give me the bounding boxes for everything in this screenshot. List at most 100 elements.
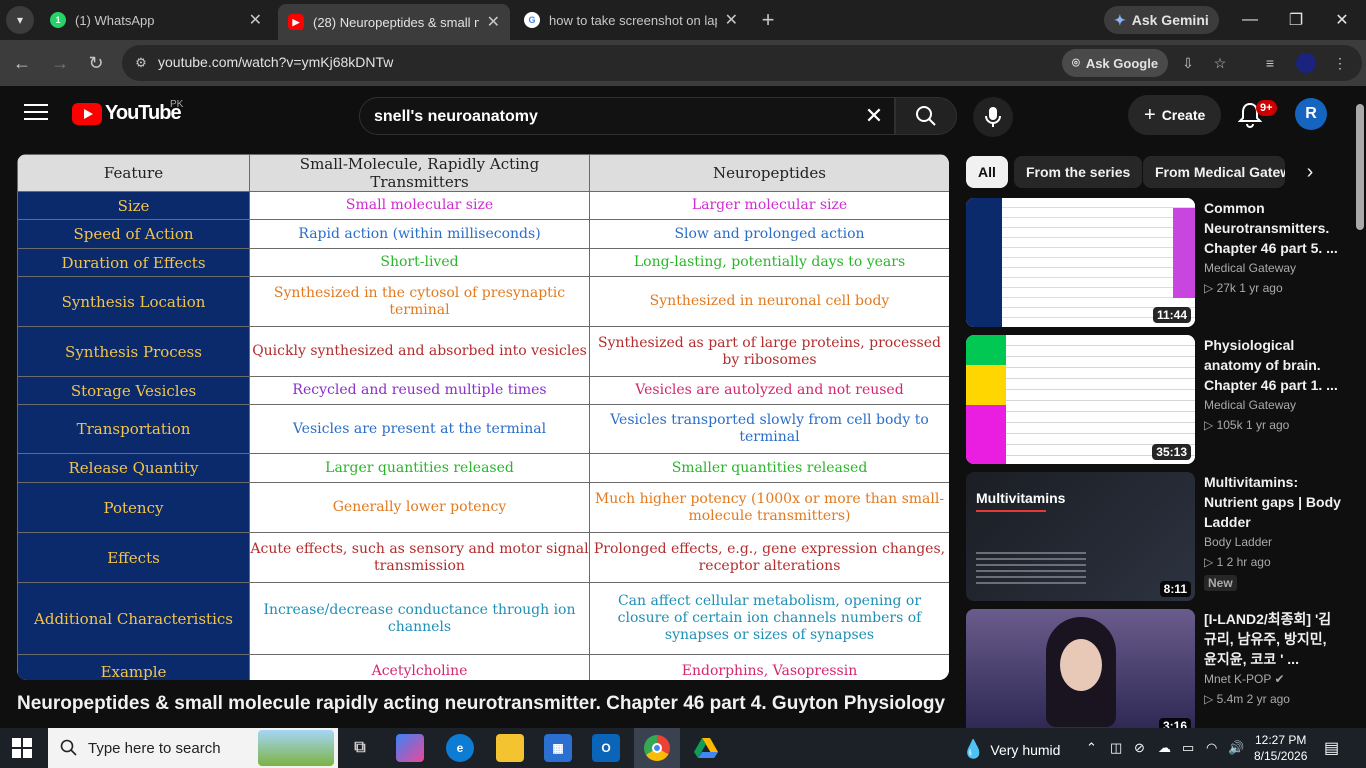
table-row: Release Quantity Larger quantities releas… xyxy=(17,453,949,483)
google-drive-icon[interactable] xyxy=(692,734,720,762)
url-text[interactable]: youtube.com/watch?v=ymKj68kDNTw xyxy=(158,54,393,70)
rec-meta: ▷ 27k 1 yr ago xyxy=(1204,281,1283,295)
meet-now-icon[interactable]: ◫ xyxy=(1110,740,1122,756)
back-arrow-icon[interactable]: ← xyxy=(8,49,36,77)
video-thumbnail[interactable]: 11:44 xyxy=(966,198,1195,327)
address-bar[interactable]: ⚙ youtube.com/watch?v=ymKj68kDNTw ⌾ Ask … xyxy=(122,45,1362,81)
task-view-icon[interactable]: ⧉ xyxy=(346,734,374,762)
rec-title[interactable]: Physiological anatomy of brain. Chapter … xyxy=(1204,335,1342,395)
create-button[interactable]: + Create xyxy=(1128,95,1222,135)
new-tab-plus-icon[interactable]: + xyxy=(756,6,780,34)
system-clock[interactable]: 12:27 PM 8/15/2026 xyxy=(1254,732,1307,764)
chevron-right-icon[interactable]: › xyxy=(1298,160,1322,184)
small-molecule-cell: Larger quantities released xyxy=(249,453,590,483)
account-avatar[interactable]: R xyxy=(1295,98,1327,130)
video-duration: 3:16 xyxy=(1158,718,1191,728)
close-tab-icon[interactable]: ✕ xyxy=(487,12,500,32)
reload-icon[interactable]: ↻ xyxy=(82,49,110,77)
microsoft-store-icon[interactable]: ▦ xyxy=(544,734,572,762)
scrollbar-thumb[interactable] xyxy=(1356,104,1364,230)
chip-all[interactable]: All xyxy=(966,156,1008,188)
browser-toolbar: ← → ↻ ⚙ youtube.com/watch?v=ymKj68kDNTw … xyxy=(0,40,1366,86)
table-body: Size Small molecular size Larger molecular… xyxy=(17,191,949,680)
close-tab-icon[interactable]: ✕ xyxy=(725,10,738,30)
chip-from-channel[interactable]: From Medical Gatew xyxy=(1143,156,1285,188)
media-controls-icon[interactable]: ≡ xyxy=(1260,53,1280,73)
rec-channel[interactable]: Medical Gateway xyxy=(1204,261,1296,275)
show-hidden-icons-chevron-icon[interactable]: ⌃ xyxy=(1086,740,1097,756)
wifi-icon[interactable]: ◠ xyxy=(1206,740,1217,756)
region-code: PK xyxy=(170,99,184,110)
chrome-menu-icon[interactable]: ⋮ xyxy=(1330,53,1350,73)
close-window-icon[interactable]: ✕ xyxy=(1322,6,1362,34)
taskbar-search-input[interactable]: Type here to search xyxy=(48,728,338,768)
restore-icon[interactable]: ❐ xyxy=(1276,6,1316,34)
rec-channel[interactable]: Mnet K-POP ✔ xyxy=(1204,672,1285,686)
rec-age: 1 yr ago xyxy=(1239,281,1283,295)
recommendation-item[interactable]: 3:16 [I-LAND2/최종회] '김규리, 남유주, 방지민, 윤지윤, … xyxy=(966,609,1346,728)
battery-icon[interactable]: ▭ xyxy=(1182,740,1194,756)
clock-time: 12:27 PM xyxy=(1255,733,1307,747)
chip-from-series[interactable]: From the series xyxy=(1014,156,1143,188)
recommendation-item[interactable]: 35:13 Physiological anatomy of brain. Ch… xyxy=(966,335,1346,465)
volume-icon[interactable]: 🔊 xyxy=(1228,740,1244,756)
rec-channel[interactable]: Body Ladder xyxy=(1204,535,1272,549)
ask-google-button[interactable]: ⌾ Ask Google xyxy=(1062,49,1169,77)
weather-widget[interactable]: 💧 Very humid xyxy=(962,739,1060,760)
rec-title[interactable]: [I-LAND2/최종회] '김규리, 남유주, 방지민, 윤지윤, 코코 ' … xyxy=(1204,609,1342,669)
table-header-neuropeptides: Neuropeptides xyxy=(589,154,949,192)
recommendation-item[interactable]: 11:44 Common Neurotransmitters. Chapter … xyxy=(966,198,1346,328)
copilot-icon[interactable] xyxy=(396,734,424,762)
file-explorer-icon[interactable] xyxy=(496,734,524,762)
tab-google-search[interactable]: G how to take screenshot on lapt ✕ xyxy=(514,4,748,36)
menu-hamburger-icon[interactable] xyxy=(24,104,48,124)
rec-age: 2 hr ago xyxy=(1226,555,1271,569)
neuropeptide-cell: Synthesized in neuronal cell body xyxy=(589,276,949,327)
tab-search-chevron-icon[interactable]: ▾ xyxy=(6,6,34,34)
feature-cell: Release Quantity xyxy=(17,453,250,483)
bookmark-star-icon[interactable]: ☆ xyxy=(1210,53,1230,73)
rec-channel[interactable]: Medical Gateway xyxy=(1204,398,1296,412)
forward-arrow-icon[interactable]: → xyxy=(46,49,74,77)
camera-off-icon[interactable]: ⊘ xyxy=(1134,740,1145,756)
ask-gemini-button[interactable]: ✦ Ask Gemini xyxy=(1104,6,1219,34)
small-molecule-cell: Vesicles are present at the terminal xyxy=(249,404,590,454)
video-thumbnail[interactable]: 3:16 xyxy=(966,609,1195,728)
install-app-icon[interactable]: ⇩ xyxy=(1178,53,1198,73)
video-thumbnail[interactable]: 35:13 xyxy=(966,335,1195,464)
neuropeptide-cell: Synthesized as part of large proteins, p… xyxy=(589,326,949,377)
new-badge: New xyxy=(1204,575,1237,591)
outlook-icon[interactable]: O xyxy=(592,734,620,762)
neuropeptide-cell: Prolonged effects, e.g., gene expression… xyxy=(589,532,949,583)
minimize-icon[interactable]: — xyxy=(1230,6,1270,34)
tab-whatsapp[interactable]: 1 (1) WhatsApp ✕ xyxy=(40,4,272,36)
neuropeptide-cell: Larger molecular size xyxy=(589,191,949,220)
search-button[interactable] xyxy=(895,97,957,135)
small-molecule-cell: Small molecular size xyxy=(249,191,590,220)
youtube-logo[interactable]: YouTube PK xyxy=(72,99,184,125)
table-row: Additional Characteristics Increase/decre… xyxy=(17,582,949,655)
rec-title[interactable]: Multivitamins: Nutrient gaps | Body Ladd… xyxy=(1204,472,1342,532)
video-thumbnail[interactable]: Multivitamins 8:11 xyxy=(966,472,1195,601)
tab-youtube-active[interactable]: ▶ (28) Neuropeptides & small mo ✕ xyxy=(278,4,510,40)
onedrive-icon[interactable]: ☁ xyxy=(1158,740,1171,756)
profile-avatar-icon[interactable] xyxy=(1296,53,1316,73)
voice-search-button[interactable] xyxy=(973,97,1013,137)
windows-start-icon[interactable] xyxy=(12,738,32,758)
table-row: Duration of Effects Short-lived Long-lasti… xyxy=(17,248,949,277)
site-settings-icon[interactable]: ⚙ xyxy=(132,54,150,72)
views-icon: ▷ xyxy=(1204,418,1214,432)
search-query-text[interactable]: snell's neuroanatomy xyxy=(374,108,538,126)
video-player[interactable]: Feature Small-Molecule, Rapidly Acting T… xyxy=(17,154,949,680)
recommendation-item[interactable]: Multivitamins 8:11 Multivitamins: Nutrie… xyxy=(966,472,1346,602)
search-input[interactable]: snell's neuroanatomy ✕ xyxy=(359,97,895,135)
clear-search-icon[interactable]: ✕ xyxy=(862,103,886,128)
rec-title[interactable]: Common Neurotransmitters. Chapter 46 par… xyxy=(1204,198,1342,258)
notification-center-icon[interactable]: ▤ xyxy=(1324,738,1339,758)
table-header-small-molecule: Small-Molecule, Rapidly Acting Transmitt… xyxy=(249,154,590,192)
search-icon xyxy=(60,739,77,756)
chrome-taskbar-button[interactable] xyxy=(634,728,680,768)
feature-cell: Effects xyxy=(17,532,250,583)
edge-icon[interactable]: e xyxy=(446,734,474,762)
close-tab-icon[interactable]: ✕ xyxy=(249,10,262,30)
